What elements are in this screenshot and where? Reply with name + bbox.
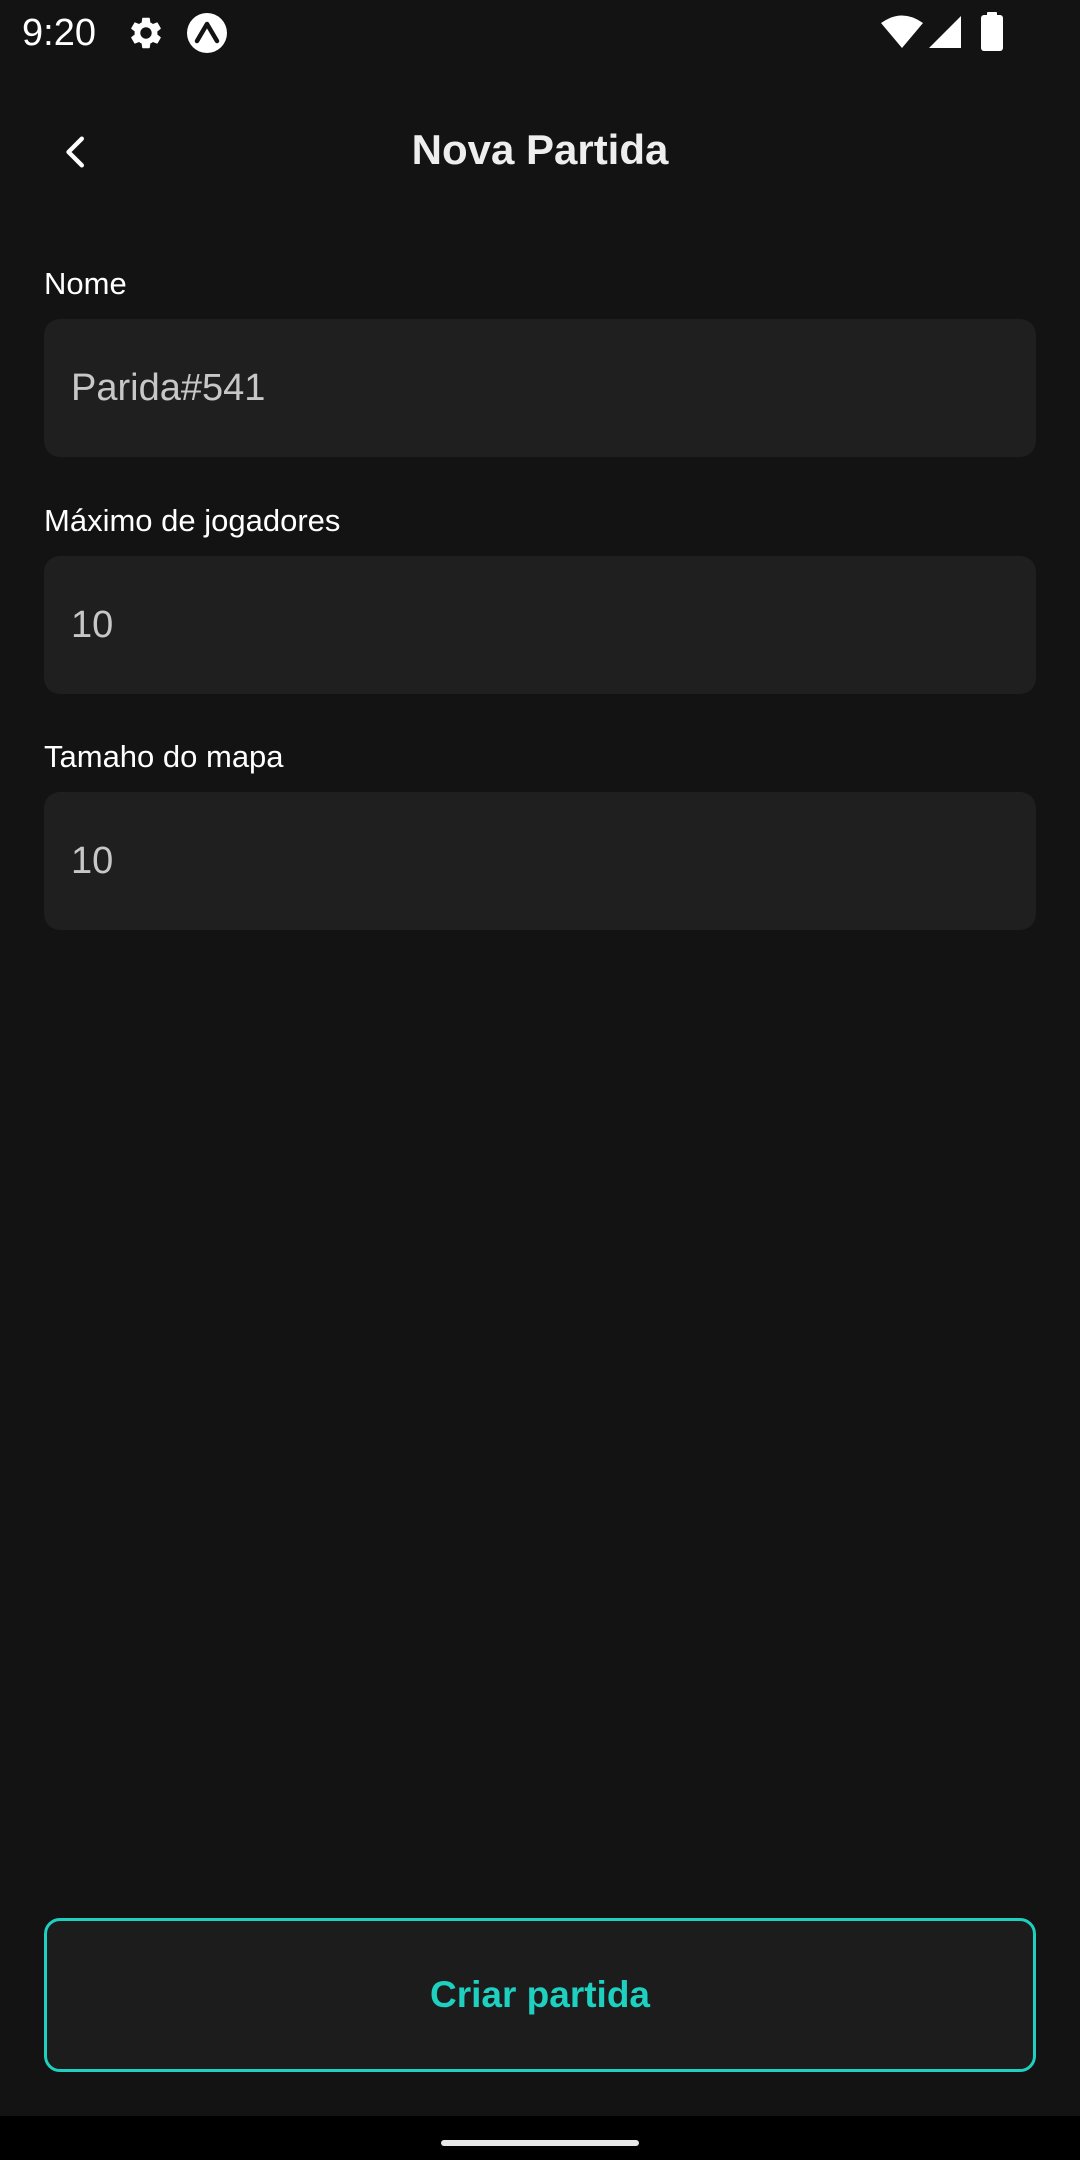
max-players-input[interactable] (44, 556, 1036, 694)
wifi-icon (881, 15, 923, 48)
map-size-input[interactable] (44, 792, 1036, 930)
home-indicator[interactable] (441, 2140, 639, 2146)
name-label: Nome (44, 266, 127, 301)
navigation-bar (0, 2116, 1080, 2160)
signal-icon (929, 16, 961, 48)
name-input[interactable] (44, 319, 1036, 457)
battery-icon (981, 12, 1003, 51)
map-size-label: Tamaho do mapa (44, 739, 284, 774)
expo-icon (187, 13, 227, 53)
max-players-label: Máximo de jogadores (44, 503, 341, 538)
status-time: 9:20 (22, 12, 96, 54)
header: Nova Partida (0, 66, 1080, 224)
create-match-button[interactable]: Criar partida (44, 1918, 1036, 2072)
new-match-screen: 9:20 Nova Partida Nome Má (0, 0, 1080, 2160)
status-bar: 9:20 (0, 0, 1080, 66)
gear-icon (131, 17, 161, 49)
page-title: Nova Partida (411, 126, 669, 173)
